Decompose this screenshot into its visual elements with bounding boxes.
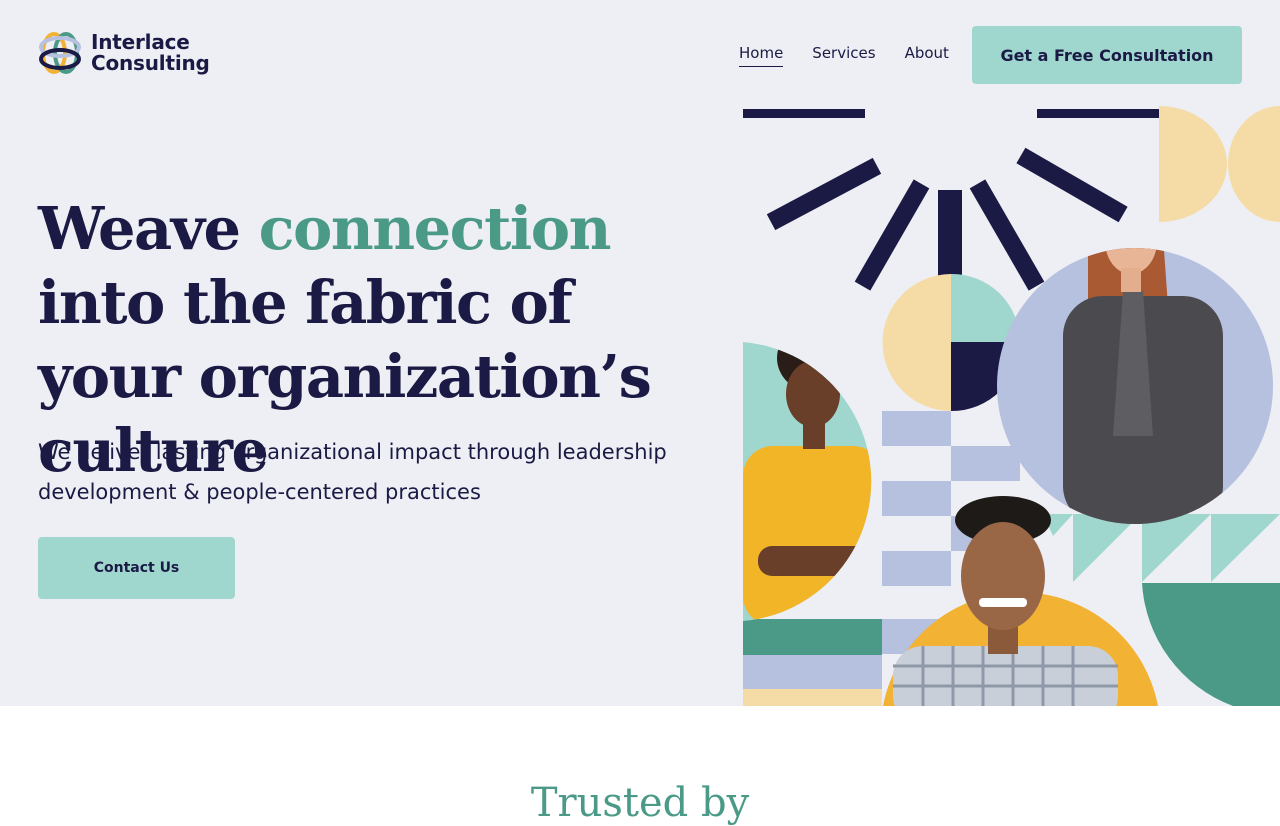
brand-name-line2: Consulting: [91, 51, 210, 75]
ray: [1016, 147, 1128, 223]
hero-subheadline: We deliver lasting organizational impact…: [38, 440, 667, 504]
deco-bar: [1037, 109, 1159, 118]
ray: [969, 179, 1045, 291]
hero-illustration: [743, 106, 1280, 706]
brand-name-line1: Interlace: [91, 30, 190, 54]
logo[interactable]: Interlace Consulting: [38, 30, 210, 76]
ray: [938, 190, 962, 276]
contact-us-button[interactable]: Contact Us: [38, 537, 235, 599]
deco-bar: [743, 109, 865, 118]
nav-home[interactable]: Home: [739, 44, 784, 67]
hero-section: Interlace Consulting Home Services About…: [0, 0, 1280, 706]
brand-name: Interlace Consulting: [91, 32, 210, 74]
headline-part1: Weave: [38, 194, 259, 263]
trusted-by-heading: Trusted by: [530, 780, 750, 826]
headline-accent: connection: [258, 194, 612, 263]
deco-stripe: [743, 689, 882, 706]
deco-quadrant: [882, 274, 951, 411]
deco-half-circle: [1228, 106, 1280, 222]
deco-half-circle: [1159, 106, 1227, 222]
deco-quarter-circle: [1142, 583, 1280, 706]
nav-services[interactable]: Services: [812, 44, 875, 67]
smiling-woman-dark-blazer-photo: [1063, 248, 1223, 524]
interlaced-rings-logo-icon: [39, 32, 81, 74]
main-nav: Home Services About: [739, 44, 949, 67]
ray: [854, 179, 930, 291]
deco-triangles: [1043, 514, 1280, 582]
deco-stripe: [743, 619, 882, 655]
ray: [766, 157, 882, 231]
nav-about[interactable]: About: [905, 44, 949, 67]
deco-stripe: [743, 655, 882, 689]
free-consultation-button[interactable]: Get a Free Consultation: [972, 26, 1242, 84]
